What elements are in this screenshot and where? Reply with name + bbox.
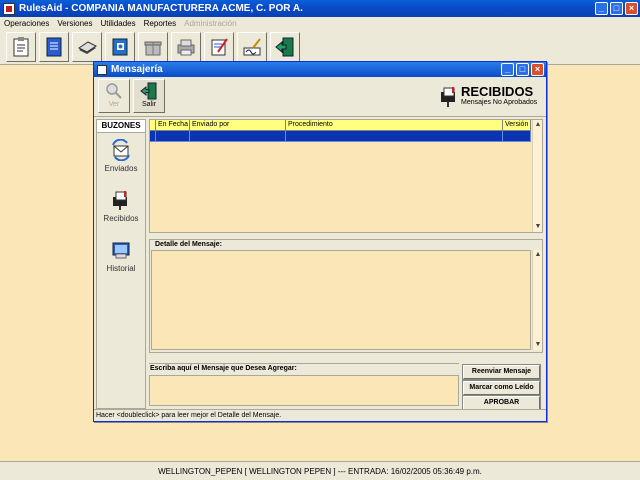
grid-header-row: En Fecha Enviado por Procedimiento Versi… bbox=[150, 120, 531, 131]
window-icon bbox=[97, 64, 107, 75]
menu-reportes[interactable]: Reportes bbox=[144, 19, 176, 28]
detail-section: Detalle del Mensaje: ▲ ▼ bbox=[149, 239, 543, 353]
recibidos-heading: RECIBIDOS bbox=[461, 84, 534, 99]
menu-utilidades[interactable]: Utilidades bbox=[101, 19, 136, 28]
mensajeria-window: Mensajería _ □ × Ver Salir RECIBIDOS Men… bbox=[93, 61, 547, 422]
disk-icon bbox=[78, 40, 97, 54]
grid-cell bbox=[190, 131, 286, 142]
gift-button[interactable] bbox=[138, 31, 168, 62]
mensajeria-title: Mensajería bbox=[111, 64, 163, 75]
grid-cell bbox=[156, 131, 190, 142]
buzones-sidebar: BUZONES Enviados Recibidos Historial bbox=[96, 119, 146, 409]
detail-label: Detalle del Mensaje: bbox=[150, 239, 542, 249]
grid-cell bbox=[286, 131, 503, 142]
write-section: Escriba aquí el Mensaje que Desea Agrega… bbox=[149, 363, 459, 407]
child-minimize-button[interactable]: _ bbox=[501, 63, 514, 76]
buzones-header: BUZONES bbox=[97, 120, 145, 133]
aprobar-button[interactable]: APROBAR bbox=[462, 395, 541, 411]
grid-scrollbar[interactable]: ▲ ▼ bbox=[532, 120, 542, 232]
maximize-button[interactable]: □ bbox=[610, 2, 623, 15]
gift-icon bbox=[144, 41, 162, 55]
mailbox-icon bbox=[441, 87, 455, 107]
mensajeria-statusbar: Hacer <doubleclick> para leer mejor el D… bbox=[94, 409, 546, 421]
salir-button[interactable]: Salir bbox=[133, 79, 165, 113]
minimize-button[interactable]: _ bbox=[595, 2, 608, 15]
clipboard-button[interactable] bbox=[6, 31, 36, 62]
detail-textbox[interactable] bbox=[151, 250, 531, 350]
edit-form-button[interactable] bbox=[204, 31, 234, 62]
marcar-leido-button[interactable]: Marcar como Leído bbox=[462, 380, 541, 396]
grid-selected-row[interactable] bbox=[150, 131, 531, 142]
signature-icon bbox=[243, 37, 261, 55]
reenviar-mensaje-button[interactable]: Reenviar Mensaje bbox=[462, 364, 541, 380]
edit-form-icon bbox=[211, 37, 228, 55]
recibidos-label: Recibidos bbox=[103, 214, 139, 223]
grid-header-en-fecha[interactable]: En Fecha bbox=[156, 120, 190, 131]
envelope-arrows-icon bbox=[112, 139, 130, 161]
grid-header-procedimiento[interactable]: Procedimiento bbox=[286, 120, 503, 131]
scroll-down-icon[interactable]: ▼ bbox=[533, 340, 543, 350]
printer-icon bbox=[177, 39, 195, 55]
recibidos-subheading: Mensajes No Aprobados bbox=[461, 99, 538, 106]
messages-grid[interactable]: En Fecha Enviado por Procedimiento Versi… bbox=[149, 119, 543, 233]
menu-operaciones[interactable]: Operaciones bbox=[4, 19, 49, 28]
mailbox-icon bbox=[113, 191, 127, 210]
grid-header-version[interactable]: Versión bbox=[503, 120, 531, 131]
messages-panel: En Fecha Enviado por Procedimiento Versi… bbox=[149, 119, 544, 411]
ver-label: Ver bbox=[108, 101, 120, 108]
blue-document-icon bbox=[46, 37, 62, 56]
child-close-button[interactable]: × bbox=[531, 63, 544, 76]
write-label: Escriba aquí el Mensaje que Desea Agrega… bbox=[149, 363, 459, 374]
signature-button[interactable] bbox=[237, 31, 267, 62]
app-icon bbox=[3, 2, 15, 15]
app-title: RulesAid - COMPANIA MANUFACTURERA ACME, … bbox=[19, 3, 303, 14]
sidebar-item-recibidos[interactable]: Recibidos bbox=[97, 189, 145, 233]
menu-bar: Operaciones Versiones Utilidades Reporte… bbox=[0, 17, 640, 29]
mensajeria-titlebar: Mensajería _ □ × bbox=[94, 62, 546, 77]
documents-button[interactable] bbox=[39, 31, 69, 62]
message-book-icon bbox=[112, 38, 128, 55]
app-titlebar: RulesAid - COMPANIA MANUFACTURERA ACME, … bbox=[0, 0, 640, 17]
ver-button: Ver bbox=[98, 79, 130, 113]
close-button[interactable]: × bbox=[625, 2, 638, 15]
scroll-down-icon[interactable]: ▼ bbox=[533, 222, 543, 232]
exit-door-icon bbox=[275, 37, 294, 56]
detail-scrollbar[interactable]: ▲ ▼ bbox=[532, 250, 542, 350]
clipboard-icon bbox=[13, 36, 29, 56]
message-input[interactable] bbox=[149, 375, 459, 406]
exit-door-icon bbox=[140, 82, 157, 100]
app-statusbar: WELLINGTON_PEPEN [ WELLINGTON PEPEN ] --… bbox=[0, 461, 640, 480]
disk-button[interactable] bbox=[72, 31, 102, 62]
mensajeria-toolbar: Ver Salir RECIBIDOS Mensajes No Aprobado… bbox=[94, 77, 546, 117]
scroll-up-icon[interactable]: ▲ bbox=[533, 120, 543, 130]
grid-header-enviado-por[interactable]: Enviado por bbox=[190, 120, 286, 131]
section-heading: RECIBIDOS Mensajes No Aprobados bbox=[439, 84, 539, 114]
magnifier-icon bbox=[106, 83, 122, 99]
sidebar-item-historial[interactable]: Historial bbox=[97, 239, 145, 283]
scroll-up-icon[interactable]: ▲ bbox=[533, 250, 543, 260]
history-icon bbox=[112, 242, 130, 259]
grid-cell bbox=[503, 131, 531, 142]
salir-label: Salir bbox=[141, 101, 156, 108]
child-maximize-button[interactable]: □ bbox=[516, 63, 529, 76]
enviados-label: Enviados bbox=[104, 164, 138, 173]
printer-button[interactable] bbox=[171, 31, 201, 62]
historial-label: Historial bbox=[106, 264, 136, 273]
messages-button[interactable] bbox=[105, 31, 135, 62]
sidebar-item-enviados[interactable]: Enviados bbox=[97, 139, 145, 183]
menu-administracion: Administración bbox=[184, 18, 237, 28]
main-toolbar bbox=[0, 29, 640, 65]
menu-versiones[interactable]: Versiones bbox=[57, 19, 92, 28]
exit-button[interactable] bbox=[270, 31, 300, 62]
